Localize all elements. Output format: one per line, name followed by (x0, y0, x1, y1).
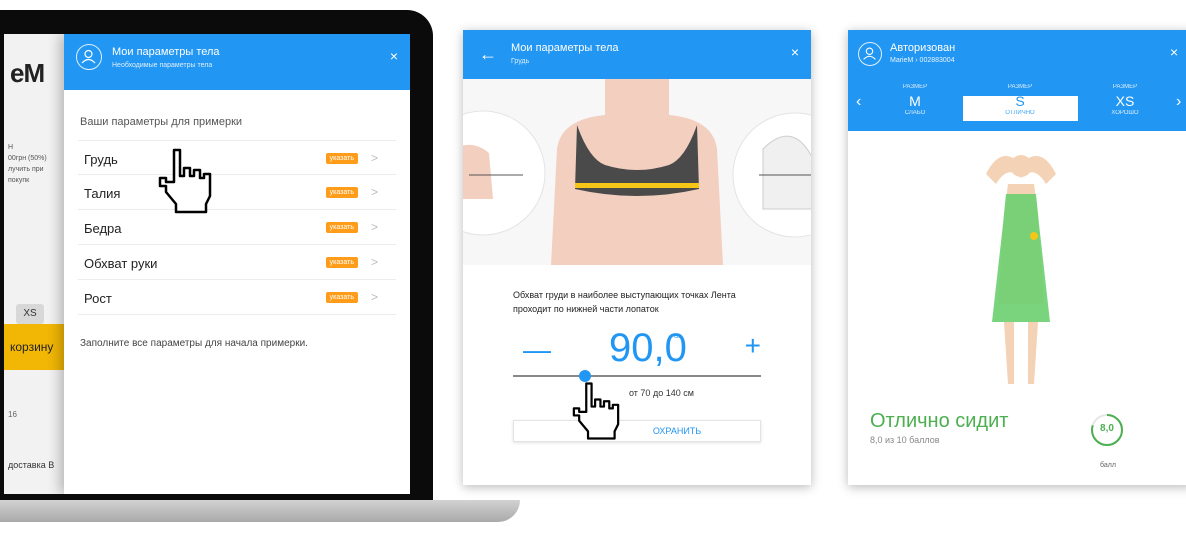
close-icon[interactable]: × (791, 44, 799, 60)
price-line: лучить при покупк (8, 166, 44, 184)
size-letter: XS (1115, 93, 1135, 109)
size-option-xs[interactable]: РАЗМЕР XS ХОРОШО (1090, 84, 1160, 116)
size-caption: РАЗМЕР (902, 84, 928, 90)
param-label: Грудь (84, 152, 118, 167)
param-label: Талия (84, 186, 121, 201)
measure-title: Мои параметры тела (511, 42, 619, 54)
hand-cursor-icon (572, 382, 620, 440)
specify-badge[interactable]: указать (325, 292, 358, 303)
score-text: 8,0 из 10 баллов (870, 435, 940, 445)
fitting-screen: Авторизован MarieM › 002883004 × ‹ › РАЗ… (848, 30, 1186, 485)
chevron-right-icon: > (370, 255, 378, 269)
size-letter: M (909, 93, 921, 109)
measure-screen: ← Мои параметры тела Грудь × Обхват груд… (463, 30, 811, 485)
user-id: MarieM › 002883004 (890, 57, 955, 64)
background-website: eM Н 00грн (50%) лучить при покупк XS ко… (4, 34, 64, 494)
add-to-cart-button[interactable]: корзину (4, 324, 64, 370)
size-button-xs[interactable]: XS (16, 304, 44, 324)
avatar-icon (76, 44, 102, 70)
decrease-button[interactable]: — (523, 334, 551, 366)
score-unit: балл (1100, 462, 1116, 469)
close-icon[interactable]: × (390, 48, 398, 64)
size-letter: S (1015, 93, 1025, 109)
price-line: Н (8, 144, 14, 151)
chevron-right-icon: > (370, 220, 378, 234)
laptop-base (0, 500, 520, 522)
param-label: Бедра (84, 221, 122, 236)
param-label: Рост (84, 291, 112, 306)
background-tabs[interactable]: доставка В (8, 460, 54, 470)
measure-unit: см (674, 334, 682, 340)
price-line: 00грн (50%) (8, 155, 47, 162)
site-logo: eM (10, 58, 45, 88)
save-button[interactable]: ОХРАНИТЬ (513, 420, 761, 442)
specify-badge[interactable]: указать (325, 257, 358, 268)
increase-button[interactable]: + (745, 330, 761, 362)
range-text: от 70 до 140 см (629, 388, 694, 398)
measure-slider-track[interactable] (513, 375, 761, 377)
body-measure-illustration (463, 79, 811, 265)
chevron-left-icon[interactable]: ‹ (856, 93, 861, 111)
fitting-figure-illustration (986, 155, 1056, 384)
section-title: Ваши параметры для примерки (80, 116, 243, 128)
body-params-modal: Мои параметры тела Необходимые параметры… (64, 34, 410, 494)
measure-subtitle: Грудь (511, 58, 530, 65)
param-row-waist[interactable]: Талия указать > (78, 175, 396, 210)
hand-cursor-icon (158, 148, 212, 214)
chevron-right-icon: > (370, 185, 378, 199)
param-row-height[interactable]: Рост указать > (78, 280, 396, 315)
avatar-icon (858, 42, 882, 66)
size-fit: ОТЛИЧНО (1005, 110, 1035, 116)
size-caption: РАЗМЕР (1007, 84, 1033, 90)
fitting-title: Авторизован (890, 42, 956, 54)
param-row-chest[interactable]: Грудь указать > (78, 140, 396, 175)
size-fit: ХОРОШО (1111, 110, 1139, 116)
chest-illustration (463, 79, 811, 265)
modal-title: Мои параметры тела (112, 46, 220, 58)
size-option-m[interactable]: РАЗМЕР M СЛАБО (880, 84, 950, 116)
chevron-right-icon: > (370, 151, 378, 165)
score-value: 8,0 (1100, 423, 1114, 434)
fitting-header: Авторизован MarieM › 002883004 × ‹ › РАЗ… (848, 30, 1186, 131)
specify-badge[interactable]: указать (325, 153, 358, 164)
chevron-right-icon: > (370, 290, 378, 304)
modal-subtitle: Необходимые параметры тела (112, 62, 213, 69)
measure-header: ← Мои параметры тела Грудь × (463, 30, 811, 79)
size-fit: СЛАБО (904, 110, 926, 116)
param-row-arm[interactable]: Обхват руки указать > (78, 245, 396, 280)
size-option-s[interactable]: РАЗМЕР S ОТЛИЧНО (985, 84, 1055, 116)
param-list: Грудь указать > Талия указать > Бедра ук… (78, 140, 396, 315)
fit-result: Отлично сидит (870, 410, 1009, 432)
price-info: Н 00грн (50%) лучить при покупк (8, 142, 64, 186)
close-icon[interactable]: × (1170, 44, 1178, 60)
measure-description: Обхват груди в наиболее выступающих точк… (513, 290, 736, 314)
back-arrow-icon[interactable]: ← (479, 44, 497, 65)
laptop-screen: eM Н 00грн (50%) лучить при покупк XS ко… (4, 34, 410, 494)
measure-value: 90,0 (609, 326, 687, 370)
modal-hint: Заполните все параметры для начала приме… (80, 338, 308, 349)
modal-header: Мои параметры тела Необходимые параметры… (64, 34, 410, 90)
size-caption: РАЗМЕР (1112, 84, 1138, 90)
param-label: Обхват руки (84, 256, 158, 271)
param-row-hips[interactable]: Бедра указать > (78, 210, 396, 245)
chevron-right-icon[interactable]: › (1176, 93, 1181, 111)
specify-badge[interactable]: указать (325, 187, 358, 198)
specify-badge[interactable]: указать (325, 222, 358, 233)
date-text: 16 (8, 410, 17, 419)
